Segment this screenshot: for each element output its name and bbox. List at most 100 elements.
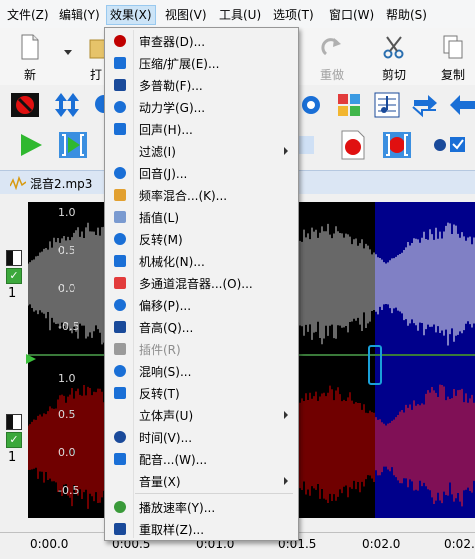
channel1-number: 1 [8,286,17,301]
echo-icon [114,123,126,135]
copy-button-label: 复制 [440,68,465,82]
record-check-icon[interactable] [430,130,468,160]
effects-menu-item[interactable]: 频率混合...(K)... [107,184,296,206]
effects-menu-item[interactable]: 反转(T) [107,382,296,404]
channel2-mute-toggle[interactable] [6,414,22,430]
clock-icon [114,431,126,443]
menu-tools[interactable]: 工具(U) [216,6,264,24]
channel1-mute-toggle[interactable] [6,250,22,266]
submenu-arrow-icon [284,477,288,485]
gear-effect-icon[interactable] [296,90,326,120]
effects-menu-item[interactable]: 音高(Q)... [107,316,296,338]
pitch-icon [114,321,126,333]
scale-ch1-top: 1.0 [58,206,76,219]
pitch-effect-icon[interactable] [372,90,402,120]
open-button[interactable]: 打 [76,28,106,85]
offset-effect-icon[interactable] [410,90,440,120]
effects-menu-item[interactable]: 偏移(P)... [107,294,296,316]
effects-menu: 审查器(D)... 压缩/扩展(E)... 多普勒(F)... 动力学(G)... 回声… [104,27,299,541]
effects-menu-item[interactable]: 机械化(N)... [107,250,296,272]
copy-button[interactable]: 复制 [427,28,475,85]
scale-ch2-neg-half: -0.5 [58,484,80,497]
effects-menu-item[interactable]: 回声(H)... [107,118,296,140]
voiceover-icon [114,453,126,465]
effects-menu-item-label: 机械化(N)... [139,255,205,269]
stop-record-icon[interactable] [10,90,40,120]
effects-menu-item[interactable]: 回音(J)... [107,162,296,184]
effects-menu-item[interactable]: 立体声(U) [107,404,296,426]
play-icon[interactable] [16,130,46,160]
reverse-icon [114,233,126,245]
effects-menu-item[interactable]: 插值(L) [107,206,296,228]
scale-ch1-half: 0.5 [58,244,76,257]
redo-button-label: 重做 [319,68,344,82]
cut-button[interactable]: 剪切 [368,28,420,85]
effects-menu-item[interactable]: 播放速率(Y)... [107,496,296,518]
menu-edit[interactable]: 编辑(Y) [56,6,103,24]
doppler-icon [114,79,126,91]
document-title: 混音2.mp3 [30,177,93,191]
effects-menu-item-label: 审查器(D)... [139,35,206,49]
reverb-icon [114,167,126,179]
effects-menu-item[interactable]: 音量(X) [107,470,296,492]
menu-help[interactable]: 帮助(S) [383,6,430,24]
menu-bar: 文件(Z) 编辑(Y) 效果(X) 视图(V) 工具(U) 选项(T) 窗口(W… [0,0,475,29]
effects-menu-item-label: 混响(S)... [139,365,192,379]
effects-menu-item-label: 反转(M) [139,233,183,247]
plugin-icon [114,343,126,355]
timeline-label: 0:02.0 [362,537,401,551]
effects-menu-item[interactable]: 审查器(D)... [107,30,296,52]
new-file-icon [21,34,39,60]
channel2-enable-checkbox[interactable]: ✓ [6,432,22,448]
blue-circle-icon[interactable] [94,90,104,120]
effects-menu-item[interactable]: 混响(S)... [107,360,296,382]
effects-menu-item-label: 立体声(U) [139,409,194,423]
effects-menu-item-label: 播放速率(Y)... [139,501,216,515]
effects-menu-item[interactable]: 压缩/扩展(E)... [107,52,296,74]
menu-window[interactable]: 窗口(W) [326,6,377,24]
effects-menu-item-label: 插值(L) [139,211,180,225]
submenu-arrow-icon [284,411,288,419]
multichannel-effect-icon[interactable] [334,90,364,120]
mechanize-icon [114,255,126,267]
scale-ch1-neg-half: -0.5 [58,320,80,333]
effects-menu-item-label: 配音...(W)... [139,453,208,467]
effects-menu-item[interactable]: 插件(R) [107,338,296,360]
effects-menu-item-label: 音量(X) [139,475,181,489]
timeline-label: 0:00.0 [30,537,69,551]
redo-icon [321,38,341,56]
effects-menu-item-label: 多通道混音器...(O)... [139,277,253,291]
menu-file[interactable]: 文件(Z) [4,6,52,24]
arrow-left-icon[interactable] [446,90,475,120]
copy-icon [443,35,463,59]
selection-handle[interactable] [368,345,382,385]
effects-menu-item[interactable]: 配音...(W)... [107,448,296,470]
effects-menu-item-label: 频率混合...(K)... [139,189,228,203]
new-button[interactable]: 新 [4,28,56,85]
compress-icon [114,57,126,69]
redo-button[interactable]: 重做 [306,28,358,85]
record-loop-icon[interactable] [382,130,412,160]
effects-menu-item[interactable]: 时间(V)... [107,426,296,448]
effects-menu-item[interactable]: 反转(M) [107,228,296,250]
effects-menu-item[interactable]: 重取样(Z)... [107,518,296,540]
chevron-down-icon [64,50,72,55]
effects-menu-item[interactable]: 过滤(I) [107,140,296,162]
play-loop-icon[interactable] [58,130,88,160]
playback-rate-icon [114,501,126,513]
menu-effects[interactable]: 效果(X) [106,5,156,25]
resample-icon [114,523,126,535]
effects-menu-item[interactable]: 多普勒(F)... [107,74,296,96]
channel1-enable-checkbox[interactable]: ✓ [6,268,22,284]
scissors-icon [383,36,404,59]
menu-options[interactable]: 选项(T) [270,6,317,24]
new-dropdown-button[interactable] [56,28,78,85]
frequency-mix-icon [114,189,126,201]
expand-vertical-icon[interactable] [52,90,82,120]
offset-icon [114,299,126,311]
effects-menu-item[interactable]: 多通道混音器...(O)... [107,272,296,294]
menu-view[interactable]: 视图(V) [162,6,210,24]
effects-menu-item[interactable]: 动力学(G)... [107,96,296,118]
record-icon[interactable] [338,130,368,160]
playhead-marker-icon[interactable] [26,354,36,364]
